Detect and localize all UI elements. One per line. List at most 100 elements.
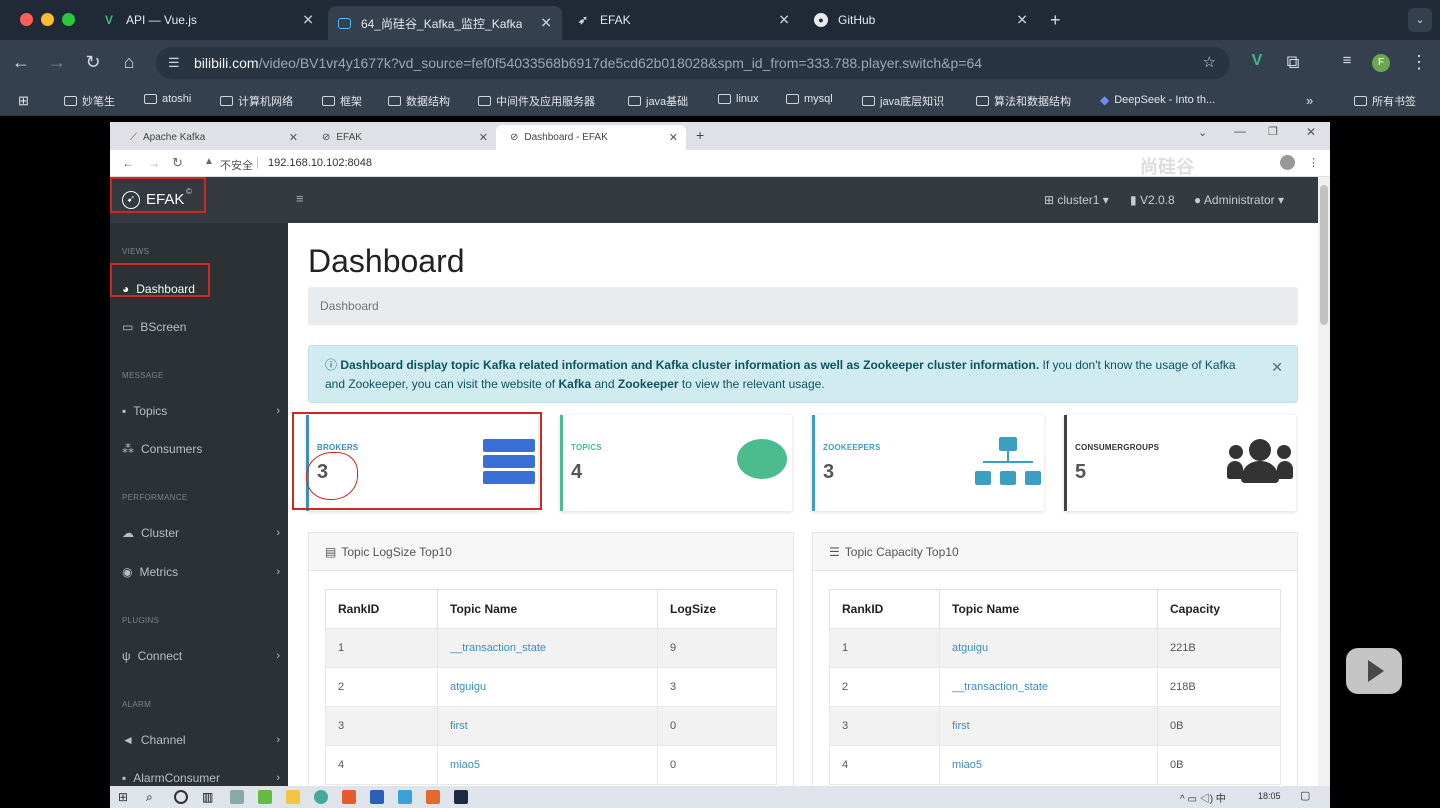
bookmark-item[interactable]: java底层知识: [862, 93, 944, 109]
bookmark-item[interactable]: 计算机网络: [220, 93, 293, 109]
sidebar-item-dashboard[interactable]: ◕ Dashboard: [122, 282, 280, 296]
close-icon[interactable]: ✕: [1306, 125, 1316, 139]
new-tab-icon[interactable]: +: [696, 127, 704, 143]
taskview-icon[interactable]: ▥: [202, 790, 216, 804]
forward-icon[interactable]: →: [46, 52, 68, 73]
user-icon[interactable]: [1280, 155, 1295, 170]
search-icon[interactable]: ⌕: [146, 790, 160, 804]
close-tab-icon[interactable]: ✕: [669, 131, 678, 144]
tab-menu-icon[interactable]: ⌄: [1198, 126, 1207, 139]
browser-tab-vue[interactable]: V API — Vue.js ✕: [92, 6, 324, 34]
notification-icon[interactable]: ▢: [1300, 789, 1310, 802]
browser-tab-bilibili[interactable]: 64_尚硅谷_Kafka_监控_Kafka ✕: [328, 6, 562, 40]
more-menu-icon[interactable]: ⋮: [1408, 52, 1430, 73]
topic-link[interactable]: atguigu: [939, 628, 1158, 668]
cluster-dropdown[interactable]: ⊞ cluster1 ▾: [1044, 193, 1109, 207]
bookmark-star-icon[interactable]: ☆: [1203, 53, 1216, 71]
user-dropdown[interactable]: ● Administrator ▾: [1194, 193, 1284, 207]
close-tab-icon[interactable]: ✕: [778, 12, 790, 29]
bookmark-item[interactable]: mysql: [786, 93, 833, 105]
app-icon[interactable]: [342, 790, 356, 804]
close-tab-icon[interactable]: ✕: [1016, 12, 1028, 29]
cortana-icon[interactable]: [174, 790, 188, 804]
back-icon[interactable]: ←: [122, 156, 134, 170]
browser-tab-efak[interactable]: ➶ EFAK ✕: [566, 6, 800, 34]
close-tab-icon[interactable]: ✕: [289, 131, 298, 144]
sidebar-item-connect[interactable]: ψ Connect ›: [122, 649, 280, 663]
topics-card[interactable]: TOPICS 4: [560, 415, 792, 511]
start-icon[interactable]: ⊞: [118, 790, 132, 804]
close-window-button[interactable]: [20, 13, 33, 26]
app-icon[interactable]: [230, 790, 244, 804]
topic-link[interactable]: atguigu: [437, 667, 658, 707]
chrome-icon[interactable]: [314, 790, 328, 804]
close-alert-icon[interactable]: ✕: [1271, 358, 1283, 377]
inner-url[interactable]: 192.168.10.102:8048: [268, 157, 372, 169]
consumergroups-card[interactable]: CONSUMERGROUPS 5: [1064, 415, 1296, 511]
scrollbar[interactable]: [1318, 177, 1330, 786]
tab-search-icon[interactable]: ⌄: [1408, 8, 1432, 32]
bookmark-item[interactable]: linux: [718, 93, 759, 105]
scrollbar-thumb[interactable]: [1320, 185, 1328, 325]
breadcrumb-item[interactable]: Dashboard: [320, 299, 379, 313]
bookmark-item[interactable]: 中间件及应用服务器: [478, 93, 595, 109]
sidebar-item-cluster[interactable]: ☁ Cluster ›: [122, 526, 280, 540]
sidebar-item-topics[interactable]: ▪ Topics ›: [122, 404, 280, 418]
sidebar-item-metrics[interactable]: ◉ Metrics ›: [122, 565, 280, 579]
back-icon[interactable]: ←: [10, 52, 32, 73]
bookmark-item[interactable]: 框架: [322, 93, 362, 109]
forward-icon[interactable]: →: [148, 156, 160, 170]
topic-link[interactable]: first: [437, 706, 658, 746]
maximize-window-button[interactable]: [62, 13, 75, 26]
close-tab-icon[interactable]: ✕: [302, 12, 314, 29]
reload-icon[interactable]: ↻: [172, 155, 183, 171]
vue-devtools-icon[interactable]: V: [1246, 52, 1268, 70]
file-explorer-icon[interactable]: [286, 790, 300, 804]
bookmark-item[interactable]: java基础: [628, 93, 688, 109]
inner-tab-dashboard[interactable]: ⊘ Dashboard - EFAK ✕: [496, 125, 686, 150]
new-tab-icon[interactable]: +: [1050, 10, 1061, 31]
more-bookmarks-icon[interactable]: »: [1306, 93, 1313, 108]
kafka-link[interactable]: Kafka: [558, 377, 591, 391]
inner-tab-efak[interactable]: ⊘ EFAK ✕: [308, 125, 496, 150]
browser-tab-github[interactable]: ● GitHub ✕: [804, 6, 1038, 34]
more-menu-icon[interactable]: ⋮: [1308, 156, 1319, 169]
reading-list-icon[interactable]: ≡: [1336, 52, 1358, 69]
topic-link[interactable]: __transaction_state: [437, 628, 658, 668]
menu-toggle-icon[interactable]: ≡: [296, 191, 304, 206]
restore-icon[interactable]: ❐: [1268, 125, 1278, 138]
bilibili-tv-icon[interactable]: [1346, 648, 1402, 694]
sidebar-item-channel[interactable]: ◄ Channel ›: [122, 733, 280, 747]
minimize-icon[interactable]: —: [1234, 124, 1246, 138]
bookmark-item[interactable]: ◆ DeepSeek - Into th...: [1100, 93, 1215, 107]
topic-link[interactable]: miao5: [437, 745, 658, 785]
sidebar-item-alarmconsumer[interactable]: ▪ AlarmConsumer ›: [122, 771, 280, 785]
app-icon[interactable]: [258, 790, 272, 804]
apps-icon[interactable]: ⊞: [18, 93, 29, 109]
sidebar-item-consumers[interactable]: ⁂ Consumers: [122, 442, 280, 456]
app-icon[interactable]: [426, 790, 440, 804]
topic-link[interactable]: __transaction_state: [939, 667, 1158, 707]
tray-icons[interactable]: ^ ▭ ◁) 中: [1180, 790, 1226, 805]
bookmark-item[interactable]: 数据结构: [388, 93, 450, 109]
bookmark-item[interactable]: 算法和数据结构: [976, 93, 1071, 109]
address-bar[interactable]: ☰ bilibili.com/video/BV1vr4y1677k?vd_sou…: [156, 47, 1230, 79]
reload-icon[interactable]: ↻: [82, 52, 104, 73]
minimize-window-button[interactable]: [41, 13, 54, 26]
zookeepers-card[interactable]: ZOOKEEPERS 3: [812, 415, 1044, 511]
app-icon[interactable]: [398, 790, 412, 804]
zookeeper-link[interactable]: Zookeeper: [618, 377, 679, 391]
sidebar-item-bscreen[interactable]: ▭ BScreen: [122, 320, 280, 334]
bookmark-item[interactable]: atoshi: [144, 93, 191, 105]
topic-link[interactable]: miao5: [939, 745, 1158, 785]
close-tab-icon[interactable]: ✕: [479, 131, 488, 144]
word-icon[interactable]: [370, 790, 384, 804]
terminal-icon[interactable]: [454, 790, 468, 804]
brand-logo-text[interactable]: EFAK: [146, 191, 184, 208]
site-info-icon[interactable]: ☰: [168, 55, 180, 71]
bookmark-item[interactable]: 妙笔生: [64, 93, 115, 109]
home-icon[interactable]: ⌂: [118, 52, 140, 73]
all-bookmarks[interactable]: 所有书签: [1354, 93, 1416, 109]
inner-tab-kafka[interactable]: ⟋ Apache Kafka ✕: [116, 125, 306, 150]
close-tab-icon[interactable]: ✕: [540, 15, 552, 32]
